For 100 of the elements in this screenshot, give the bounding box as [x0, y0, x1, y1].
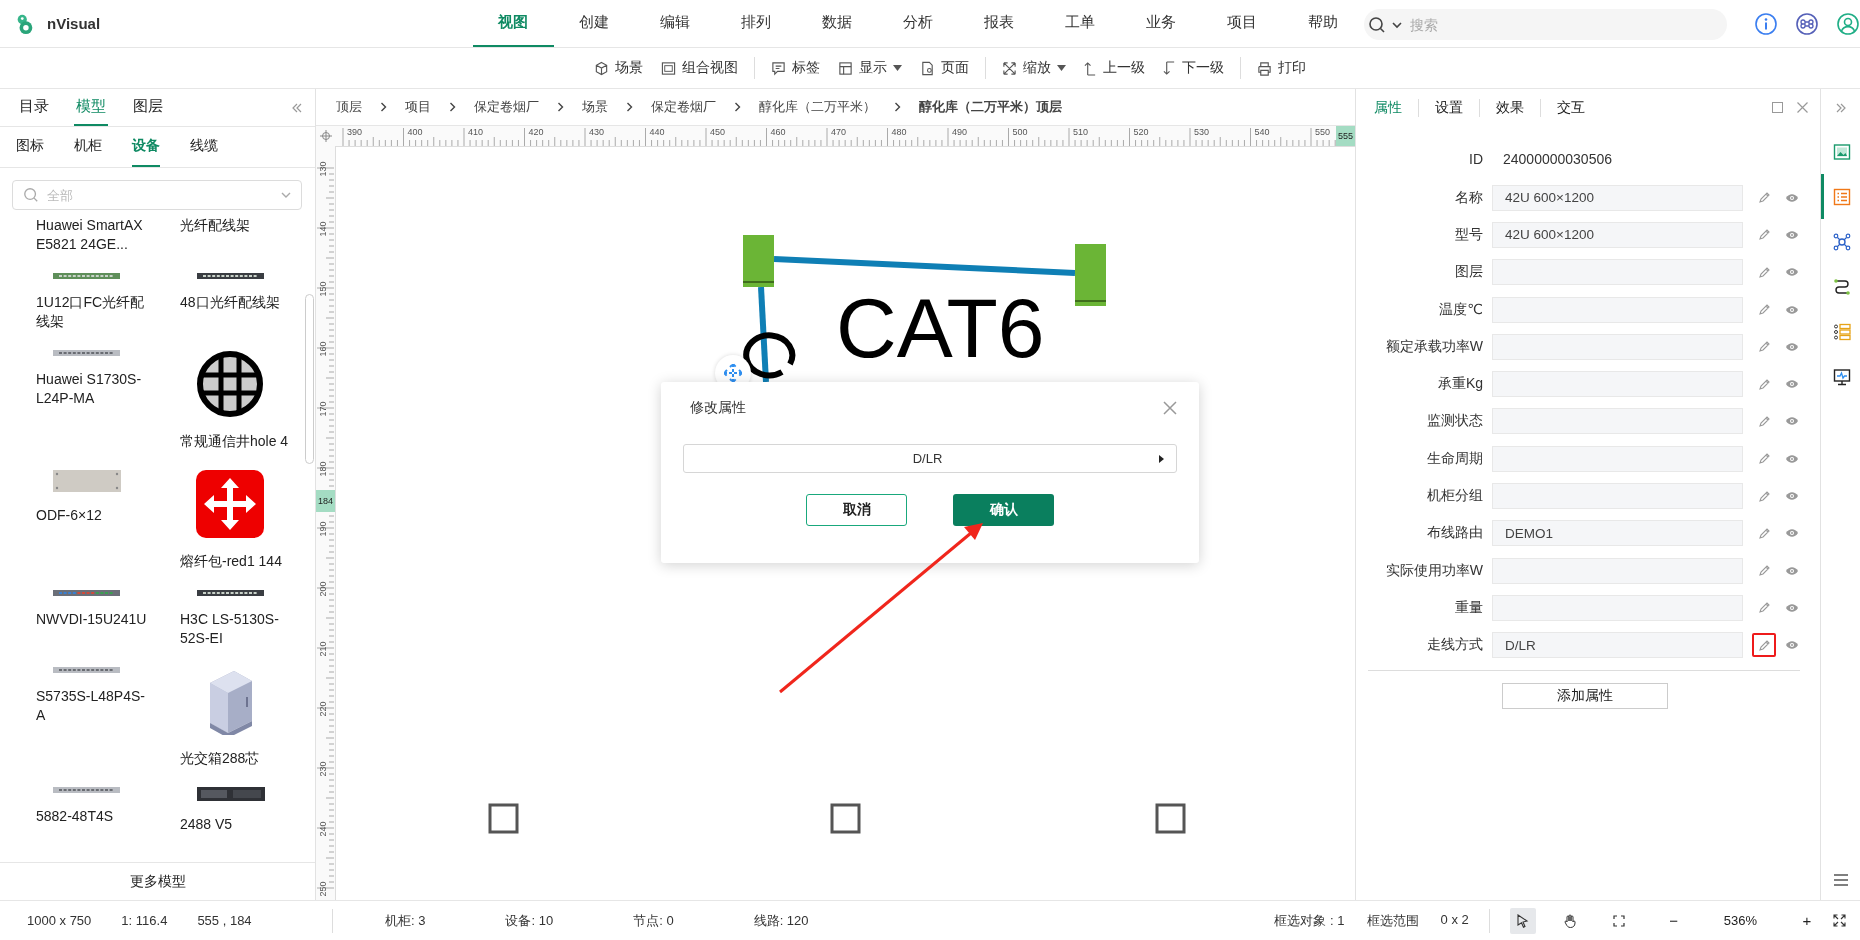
add-property-button[interactable]: 添加属性: [1502, 682, 1668, 709]
category-tab[interactable]: 设备: [132, 127, 160, 167]
breadcrumb-link[interactable]: 场景: [582, 98, 608, 116]
canvas-label[interactable]: CAT6: [836, 286, 1045, 370]
menu-tab[interactable]: 分析: [877, 0, 959, 47]
panel-tab[interactable]: 目录: [17, 89, 51, 126]
rack-device-thumbnail[interactable]: [53, 350, 120, 356]
property-field[interactable]: D/LR: [1492, 632, 1743, 659]
menu-tab[interactable]: 数据: [796, 0, 878, 47]
breadcrumb-link[interactable]: 保定卷烟厂: [474, 98, 539, 116]
collapse-icon[interactable]: [291, 102, 303, 113]
eye-icon[interactable]: [1785, 379, 1799, 390]
eye-icon[interactable]: [1785, 341, 1799, 352]
toolbar-button[interactable]: 页面: [918, 55, 971, 81]
four-arrows-icon[interactable]: [196, 470, 264, 538]
menu-tab[interactable]: 业务: [1120, 0, 1202, 47]
panel-tab[interactable]: 图层: [131, 89, 165, 126]
tool-button[interactable]: [1509, 907, 1536, 934]
model-name[interactable]: 熔纤包-red1 144: [180, 552, 298, 571]
filter-field[interactable]: 全部: [12, 180, 302, 210]
rack-device-thumbnail[interactable]: [53, 667, 120, 673]
model-name[interactable]: H3C LS-5130S-52S-EI: [180, 610, 298, 648]
property-field[interactable]: 42U 600×1200: [1492, 221, 1743, 248]
panel-tab[interactable]: 模型: [74, 89, 108, 126]
loop-mark[interactable]: [743, 332, 796, 379]
property-field[interactable]: DEMO1: [1492, 520, 1743, 547]
eye-icon[interactable]: [1785, 640, 1799, 651]
property-tab[interactable]: 交互: [1557, 98, 1601, 117]
eye-icon[interactable]: [1785, 491, 1799, 501]
menu-tab[interactable]: 排列: [715, 0, 797, 47]
menu-icon[interactable]: [1833, 874, 1848, 886]
cancel-button[interactable]: 取消: [806, 494, 907, 526]
info-icon[interactable]: [1754, 11, 1778, 36]
breadcrumb-link[interactable]: 项目: [405, 98, 431, 116]
model-name[interactable]: 常规通信井hole 4: [180, 432, 298, 451]
toolbar-button[interactable]: 组合视图: [659, 55, 740, 81]
square-node[interactable]: [488, 803, 519, 834]
eye-icon[interactable]: [1785, 565, 1799, 576]
menu-tab[interactable]: 帮助: [1282, 0, 1364, 47]
toolbar-button[interactable]: 打印: [1255, 55, 1308, 81]
eye-icon[interactable]: [1785, 229, 1799, 240]
rack-device-thumbnail[interactable]: [197, 590, 264, 596]
property-field[interactable]: 42U 600×1200: [1492, 184, 1743, 211]
menu-tab[interactable]: 视图: [472, 0, 554, 47]
zoom-in-button[interactable]: +: [1797, 912, 1817, 929]
rack-device-thumbnail[interactable]: [53, 590, 120, 596]
eye-icon[interactable]: [1785, 192, 1799, 203]
model-name[interactable]: 光交箱288芯: [180, 749, 298, 768]
search-input[interactable]: 搜索: [1407, 15, 1727, 34]
rack-device-thumbnail[interactable]: [53, 273, 120, 279]
toolbar-button[interactable]: 场景: [592, 55, 645, 81]
model-name[interactable]: Huawei SmartAX E5821 24GE...: [36, 216, 154, 254]
expand-icon[interactable]: [1833, 914, 1846, 927]
menu-tab[interactable]: 创建: [553, 0, 635, 47]
square-node[interactable]: [830, 803, 861, 834]
toolbar-button[interactable]: 上一级: [1082, 55, 1147, 81]
model-name[interactable]: 2488 V5: [180, 815, 298, 834]
server-thumbnail[interactable]: [197, 787, 265, 801]
close-icon[interactable]: [1797, 102, 1808, 113]
property-tab[interactable]: 属性: [1374, 98, 1418, 117]
model-name[interactable]: 48口光纤配线架: [180, 293, 298, 312]
breadcrumb-link[interactable]: 醇化库（二万平米）: [759, 98, 876, 116]
model-name[interactable]: NWVDI-15U241U: [36, 610, 154, 629]
breadcrumb-link[interactable]: 醇化库（二万平米）顶层: [919, 98, 1062, 116]
model-name[interactable]: ODF-6×12: [36, 506, 154, 525]
toolbar-button[interactable]: 标签: [769, 55, 822, 81]
breadcrumb-link[interactable]: 保定卷烟厂: [651, 98, 716, 116]
model-name[interactable]: 光纤配线架: [180, 216, 298, 235]
maximize-icon[interactable]: [1772, 102, 1783, 113]
close-icon[interactable]: [1163, 401, 1177, 415]
square-node[interactable]: [1155, 803, 1186, 834]
manhole-icon[interactable]: [196, 350, 264, 418]
zoom-out-button[interactable]: −: [1663, 912, 1684, 929]
user-icon[interactable]: [1836, 11, 1860, 36]
property-tab[interactable]: 效果: [1496, 98, 1540, 117]
toolbar-button[interactable]: 缩放: [1000, 55, 1068, 81]
category-tab[interactable]: 线缆: [190, 127, 218, 167]
menu-tab[interactable]: 编辑: [634, 0, 716, 47]
menu-tab[interactable]: 工单: [1039, 0, 1121, 47]
model-name[interactable]: Huawei S1730S-L24P-MA: [36, 370, 154, 408]
category-tab[interactable]: 机柜: [74, 127, 102, 167]
toolbar-button[interactable]: 下一级: [1161, 55, 1226, 81]
model-name[interactable]: 5882-48T4S: [36, 807, 154, 826]
eye-icon[interactable]: [1785, 528, 1799, 539]
device-block[interactable]: [743, 235, 774, 287]
more-models-button[interactable]: 更多模型: [0, 862, 315, 900]
panel-thumbnail[interactable]: [53, 470, 121, 492]
model-name[interactable]: S5735S-L48P4S-A: [36, 687, 154, 725]
edit-button[interactable]: [1752, 633, 1776, 658]
command-icon[interactable]: [1795, 11, 1819, 36]
breadcrumb-link[interactable]: 顶层: [336, 98, 362, 116]
cable-line[interactable]: [758, 286, 769, 383]
eye-icon[interactable]: [1785, 416, 1799, 427]
eye-icon[interactable]: [1785, 602, 1799, 613]
eye-icon[interactable]: [1785, 304, 1799, 315]
rack-device-thumbnail[interactable]: [53, 787, 120, 793]
eye-icon[interactable]: [1785, 267, 1799, 278]
category-tab[interactable]: 图标: [16, 127, 44, 167]
search-field[interactable]: 搜索: [1363, 9, 1727, 40]
menu-tab[interactable]: 项目: [1201, 0, 1283, 47]
